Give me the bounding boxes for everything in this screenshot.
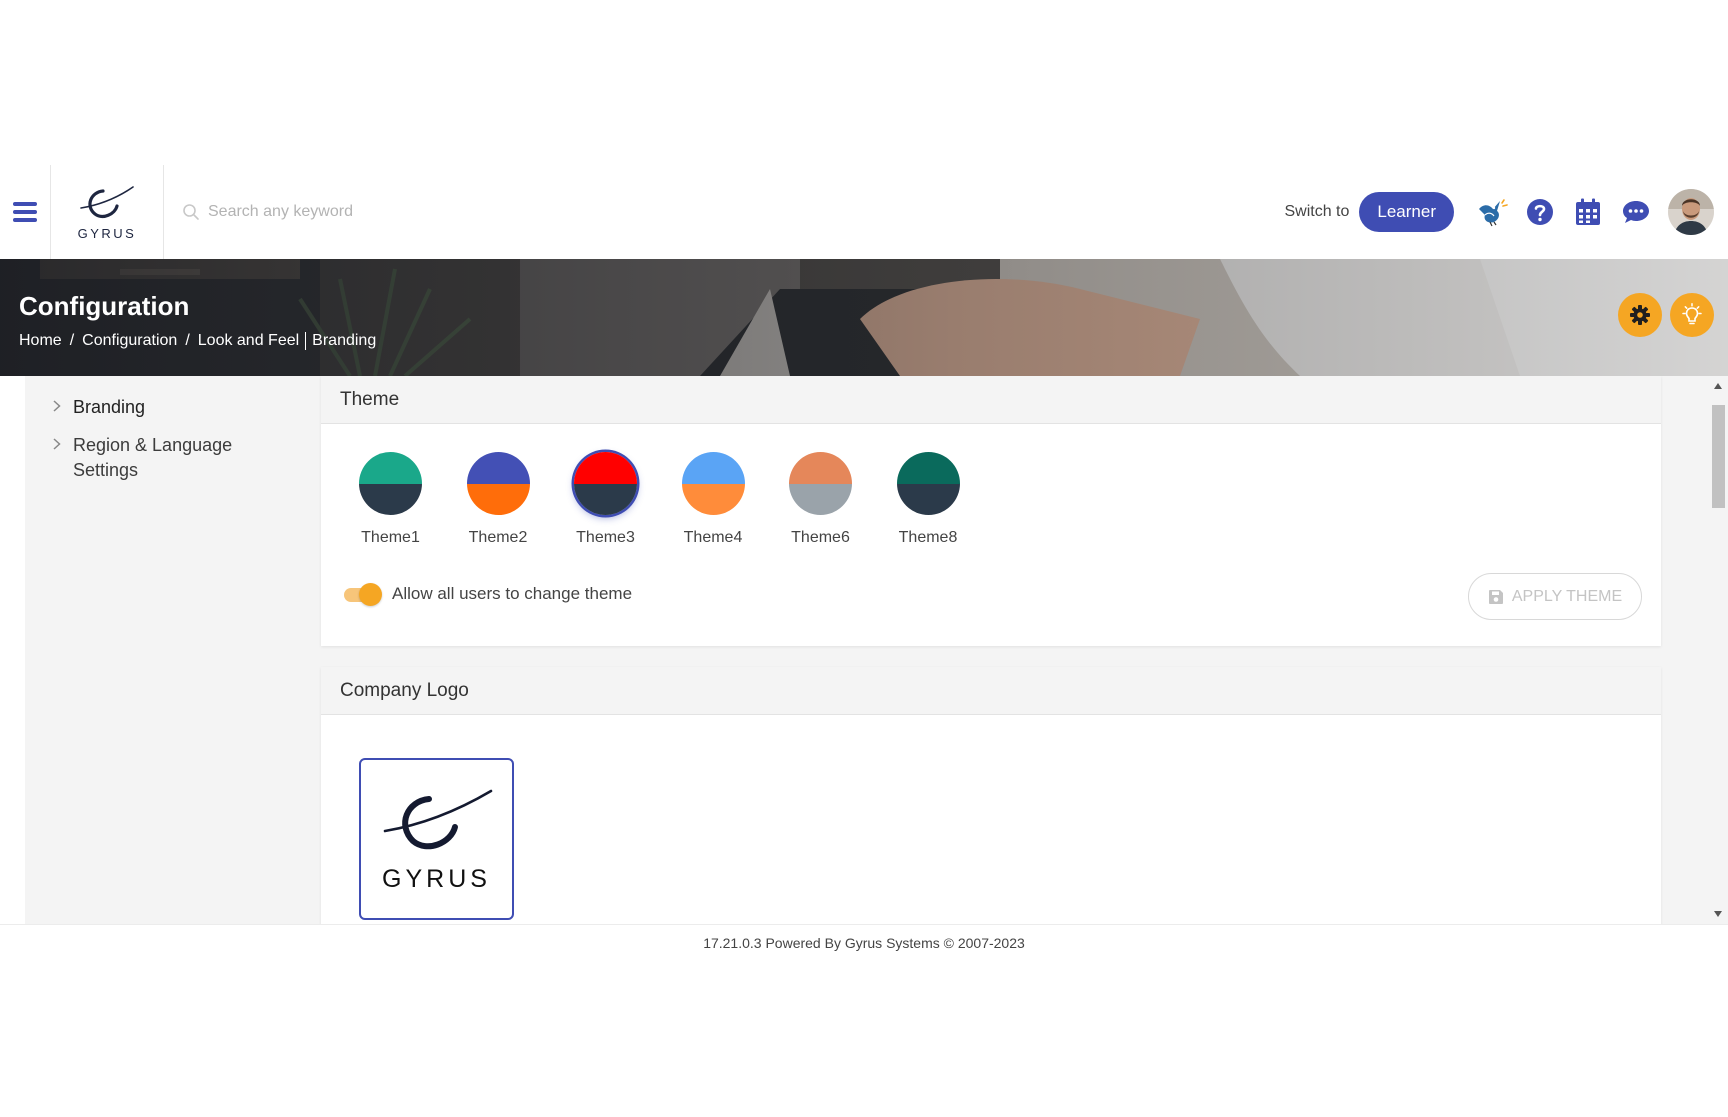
apply-theme-button[interactable]: APPLY THEME bbox=[1468, 573, 1642, 620]
theme-label: Theme4 bbox=[683, 529, 743, 546]
theme-option-3[interactable]: Theme3 bbox=[574, 452, 637, 547]
sidebar-item-region-language[interactable]: Region & Language Settings bbox=[49, 433, 263, 483]
scroll-thumb[interactable] bbox=[1712, 405, 1725, 508]
bird-assistant-icon[interactable] bbox=[1476, 196, 1508, 228]
left-gutter bbox=[0, 376, 25, 924]
sidebar-item-label: Branding bbox=[73, 397, 146, 417]
theme-card-title: Theme bbox=[321, 376, 1661, 424]
hamburger-menu-icon[interactable] bbox=[0, 165, 51, 259]
user-avatar[interactable] bbox=[1668, 189, 1714, 235]
sidebar-item-label: Region & Language Settings bbox=[73, 435, 233, 480]
company-logo-card: Company Logo GYRUS bbox=[321, 667, 1661, 924]
switch-to-learner-button[interactable]: Learner bbox=[1359, 192, 1454, 232]
theme-swatch bbox=[359, 452, 422, 515]
theme-list: Theme1 Theme2 Theme3 Theme4 Theme6 Theme… bbox=[359, 452, 1004, 547]
theme-option-2[interactable]: Theme2 bbox=[466, 452, 530, 547]
breadcrumb-separator: / bbox=[185, 332, 190, 349]
theme-option-1[interactable]: Theme1 bbox=[359, 452, 422, 547]
sidebar-item-branding[interactable]: Branding bbox=[49, 395, 263, 420]
theme-option-6[interactable]: Theme6 bbox=[789, 452, 852, 547]
theme-label: Theme8 bbox=[898, 529, 958, 546]
breadcrumb-home[interactable]: Home bbox=[19, 332, 62, 350]
search-bar bbox=[182, 203, 782, 221]
company-logo-text: GYRUS bbox=[382, 864, 491, 893]
save-icon bbox=[1488, 589, 1503, 604]
switch-to-label: Switch to bbox=[1284, 203, 1350, 220]
theme-label: Theme3 bbox=[576, 529, 635, 546]
chevron-right-icon bbox=[53, 400, 61, 412]
allow-theme-change-label: Allow all users to change theme bbox=[392, 584, 633, 603]
scroll-up-arrow-icon[interactable] bbox=[1714, 383, 1722, 389]
logo-text: GYRUS bbox=[77, 225, 137, 241]
lightbulb-icon[interactable] bbox=[1670, 293, 1714, 337]
settings-side-nav: Branding Region & Language Settings bbox=[25, 376, 315, 924]
search-icon bbox=[183, 204, 199, 220]
calendar-icon[interactable] bbox=[1572, 196, 1604, 228]
theme-swatch bbox=[466, 452, 530, 515]
content-area: Branding Region & Language Settings Them… bbox=[0, 376, 1728, 924]
page-banner: Configuration Home / Configuration / Loo… bbox=[0, 259, 1728, 376]
company-logo-preview[interactable]: GYRUS bbox=[359, 758, 514, 920]
search-input[interactable] bbox=[208, 203, 708, 221]
theme-swatch bbox=[681, 452, 745, 515]
theme-swatch bbox=[789, 452, 852, 515]
theme-option-4[interactable]: Theme4 bbox=[681, 452, 745, 547]
breadcrumb-separator: / bbox=[69, 332, 75, 349]
theme-label: Theme1 bbox=[361, 529, 420, 546]
content-scrollbar[interactable] bbox=[1709, 376, 1728, 924]
breadcrumb-divider bbox=[305, 332, 307, 350]
theme-label: Theme6 bbox=[791, 529, 850, 546]
page-footer: 17.21.0.3 Powered By Gyrus Systems © 200… bbox=[0, 924, 1728, 960]
breadcrumb: Home / Configuration / Look and Feel Bra… bbox=[19, 332, 376, 350]
allow-theme-change-toggle[interactable] bbox=[344, 582, 382, 606]
breadcrumb-look-and-feel[interactable]: Look and Feel bbox=[198, 332, 299, 350]
gyrus-logo[interactable]: GYRUS bbox=[51, 165, 164, 259]
gyrus-logo-mark-icon bbox=[383, 789, 492, 849]
gyrus-logo-mark-icon bbox=[80, 185, 134, 218]
chat-icon[interactable] bbox=[1620, 196, 1652, 228]
header-actions: Switch to Learner bbox=[1284, 165, 1728, 259]
theme-swatch bbox=[574, 452, 637, 515]
page-title: Configuration bbox=[19, 291, 190, 321]
company-logo-card-title: Company Logo bbox=[321, 667, 1661, 715]
theme-option-8[interactable]: Theme8 bbox=[896, 452, 960, 547]
help-icon[interactable] bbox=[1524, 196, 1556, 228]
breadcrumb-current: Branding bbox=[312, 332, 377, 349]
settings-gear-icon[interactable] bbox=[1618, 293, 1662, 337]
app-root: GYRUS Switch to Learner bbox=[0, 0, 1728, 1117]
theme-card: Theme Theme1 Theme2 Theme3 Theme4 Theme6… bbox=[321, 376, 1661, 646]
chevron-right-icon bbox=[53, 438, 61, 450]
theme-label: Theme2 bbox=[468, 529, 528, 546]
top-header: GYRUS Switch to Learner bbox=[0, 165, 1728, 259]
allow-theme-change-row: Allow all users to change theme bbox=[344, 582, 632, 606]
footer-text: 17.21.0.3 Powered By Gyrus Systems © 200… bbox=[703, 934, 1025, 951]
breadcrumb-configuration[interactable]: Configuration bbox=[82, 332, 177, 350]
banner-overlay bbox=[0, 259, 1728, 376]
theme-swatch bbox=[896, 452, 960, 515]
scroll-down-arrow-icon[interactable] bbox=[1714, 911, 1722, 917]
apply-theme-label: APPLY THEME bbox=[1511, 587, 1623, 605]
